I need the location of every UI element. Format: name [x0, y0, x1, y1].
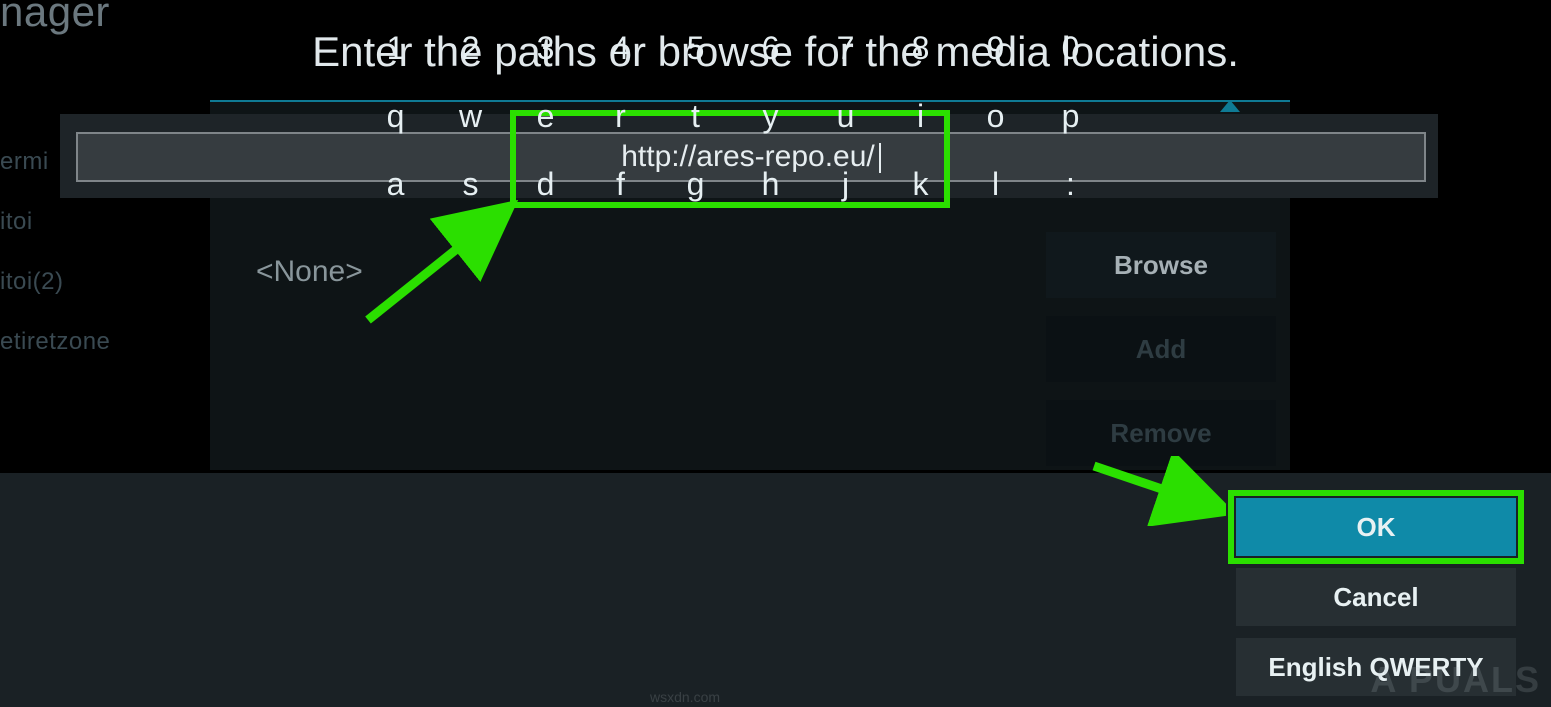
key-8[interactable]: 8 [883, 14, 958, 82]
ok-button[interactable]: OK [1236, 498, 1516, 556]
key-o[interactable]: o [958, 82, 1033, 150]
path-list-none: <None> [256, 255, 363, 289]
key-k[interactable]: k [883, 150, 958, 218]
key-9[interactable]: 9 [958, 14, 1033, 82]
key-0[interactable]: 0 [1033, 14, 1108, 82]
key-d[interactable]: d [508, 150, 583, 218]
key-h[interactable]: h [733, 150, 808, 218]
key-r[interactable]: r [583, 82, 658, 150]
key-i[interactable]: i [883, 82, 958, 150]
add-button[interactable]: Add [1046, 316, 1276, 382]
edge-label: etiretzone [0, 328, 110, 356]
key-q[interactable]: q [358, 82, 433, 150]
key-e[interactable]: e [508, 82, 583, 150]
keyboard-layout-button[interactable]: English QWERTY [1236, 638, 1516, 696]
key-1[interactable]: 1 [358, 14, 433, 82]
key-7[interactable]: 7 [808, 14, 883, 82]
remove-button[interactable]: Remove [1046, 400, 1276, 466]
edge-label: itoi [0, 208, 33, 236]
key-3[interactable]: 3 [508, 14, 583, 82]
edge-label: ermi [0, 148, 49, 176]
path-list[interactable]: <None> [232, 230, 1032, 380]
key-u[interactable]: u [808, 82, 883, 150]
key-4[interactable]: 4 [583, 14, 658, 82]
key-f[interactable]: f [583, 150, 658, 218]
edge-label: itoi(2) [0, 268, 64, 296]
key-l[interactable]: l [958, 150, 1033, 218]
key-y[interactable]: y [733, 82, 808, 150]
key-t[interactable]: t [658, 82, 733, 150]
keyboard-grid: 1 2 3 4 5 6 7 8 9 0 q w e r t y u i o p … [358, 14, 1108, 218]
browse-button[interactable]: Browse [1046, 232, 1276, 298]
cancel-button[interactable]: Cancel [1236, 568, 1516, 626]
key-2[interactable]: 2 [433, 14, 508, 82]
chevron-up-icon [1220, 100, 1240, 112]
key-j[interactable]: j [808, 150, 883, 218]
key-colon[interactable]: : [1033, 150, 1108, 218]
key-s[interactable]: s [433, 150, 508, 218]
key-5[interactable]: 5 [658, 14, 733, 82]
key-g[interactable]: g [658, 150, 733, 218]
key-6[interactable]: 6 [733, 14, 808, 82]
key-w[interactable]: w [433, 82, 508, 150]
key-p[interactable]: p [1033, 82, 1108, 150]
key-a[interactable]: a [358, 150, 433, 218]
